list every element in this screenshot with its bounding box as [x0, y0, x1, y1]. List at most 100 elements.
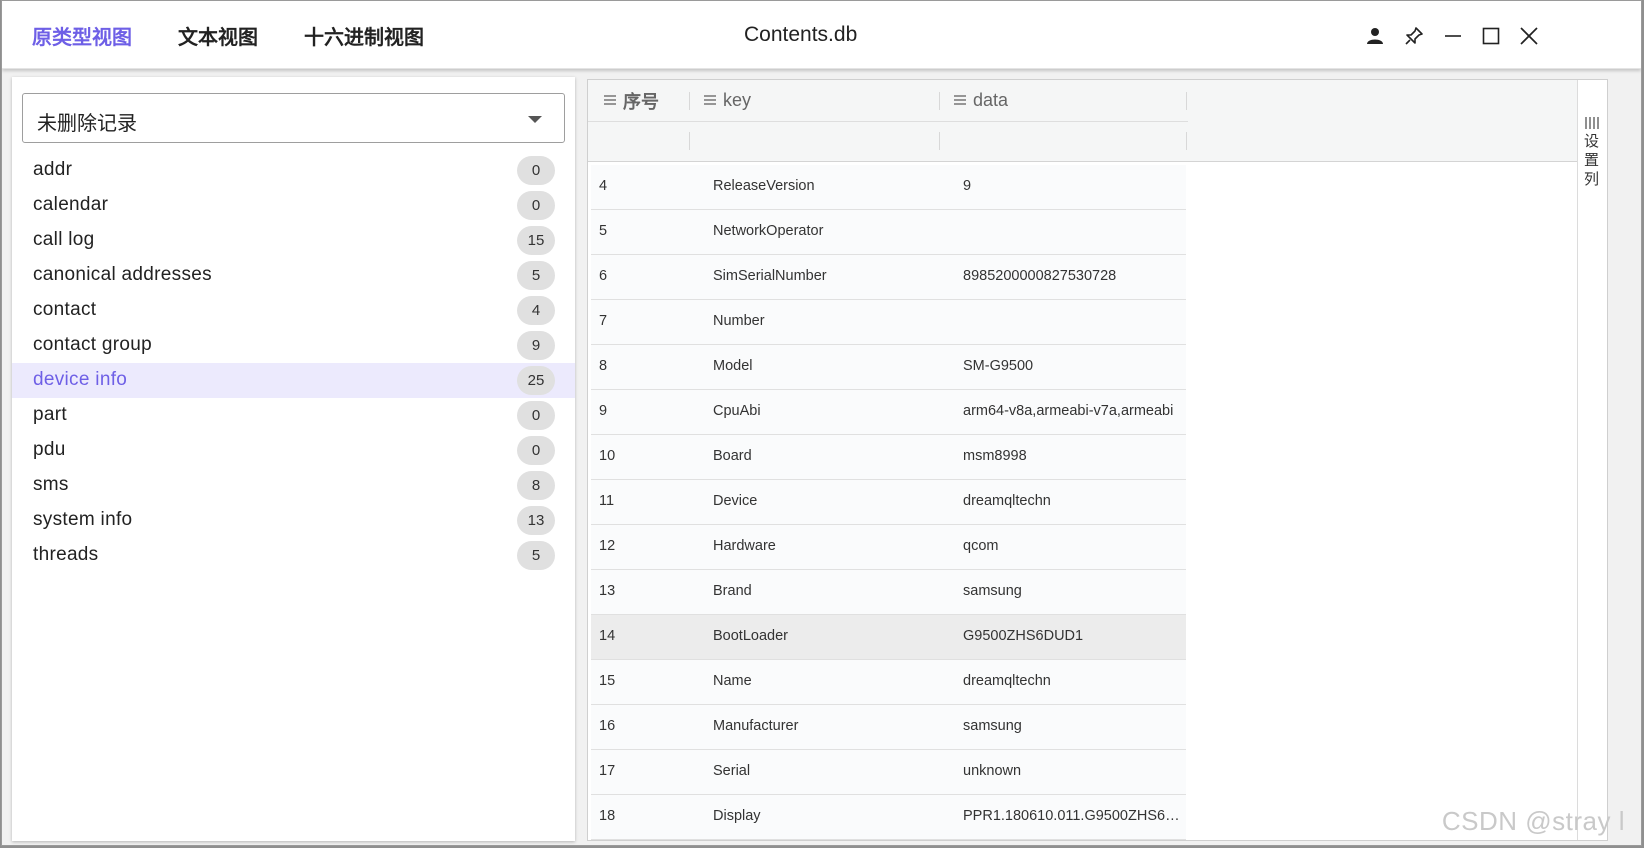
- column-settings-label: 设置列: [1584, 132, 1600, 188]
- cell-index: 12: [599, 538, 616, 554]
- list-item-selected[interactable]: device info 25: [12, 363, 575, 398]
- table-row[interactable]: 18 Display PPR1.180610.011.G9500ZHS6D...: [591, 795, 1186, 840]
- column-header-label: data: [973, 90, 1009, 110]
- column-header-label: key: [723, 90, 752, 110]
- count-badge: 0: [517, 401, 555, 430]
- column-divider[interactable]: [939, 92, 940, 110]
- table-row[interactable]: 11 Device dreamqltechn: [591, 480, 1186, 525]
- count-badge: 5: [517, 261, 555, 290]
- list-item[interactable]: pdu 0: [12, 433, 575, 468]
- cell-data: qcom: [963, 538, 999, 554]
- count-badge: 8: [517, 471, 555, 500]
- cell-index: 5: [599, 223, 608, 239]
- table-list-panel: 未删除记录 addr 0 calendar 0 call log 15 canonic…: [12, 77, 575, 841]
- column-divider[interactable]: [1186, 92, 1187, 110]
- table-name: sms: [33, 474, 69, 495]
- grid-header: 序号 key data: [588, 80, 1607, 162]
- count-badge: 4: [517, 296, 555, 325]
- column-menu-icon[interactable]: [604, 90, 616, 111]
- count-badge: 15: [517, 226, 555, 255]
- tab-raw-type-view[interactable]: 原类型视图: [32, 21, 132, 50]
- list-item[interactable]: calendar 0: [12, 188, 575, 223]
- cell-data: PPR1.180610.011.G9500ZHS6D...: [963, 808, 1183, 824]
- column-header-key[interactable]: key: [704, 80, 751, 121]
- table-name: canonical addresses: [33, 264, 212, 285]
- record-filter-value: 未删除记录: [37, 111, 137, 135]
- filter-divider: [1186, 132, 1187, 150]
- list-item[interactable]: threads 5: [12, 538, 575, 573]
- column-header-index[interactable]: 序号: [604, 80, 659, 121]
- count-badge: 5: [517, 541, 555, 570]
- cell-data: msm8998: [963, 448, 1027, 464]
- cell-index: 13: [599, 583, 616, 599]
- cell-key: SimSerialNumber: [713, 268, 827, 284]
- title-bar: 原类型视图 文本视图 十六进制视图 Contents.db: [2, 1, 1641, 69]
- list-item[interactable]: call log 15: [12, 223, 575, 258]
- table-row[interactable]: 16 Manufacturer samsung: [591, 705, 1186, 750]
- cell-index: 6: [599, 268, 608, 284]
- table-row[interactable]: 8 Model SM-G9500: [591, 345, 1186, 390]
- user-icon[interactable]: [1360, 21, 1390, 51]
- cell-data: SM-G9500: [963, 358, 1034, 374]
- column-menu-icon[interactable]: [954, 90, 966, 111]
- table-row[interactable]: 12 Hardware qcom: [591, 525, 1186, 570]
- table-row[interactable]: 9 CpuAbi arm64-v8a,armeabi-v7a,armeabi: [591, 390, 1186, 435]
- count-badge: 0: [517, 191, 555, 220]
- record-filter-select[interactable]: 未删除记录: [22, 93, 565, 143]
- column-settings-sidebar[interactable]: 设置列: [1577, 80, 1607, 840]
- table-row[interactable]: 4 ReleaseVersion 9: [591, 165, 1186, 210]
- chevron-down-icon: [528, 116, 542, 123]
- main-area: 未删除记录 addr 0 calendar 0 call log 15 canonic…: [2, 69, 1641, 845]
- table-name: part: [33, 404, 67, 425]
- cell-key: Display: [713, 808, 761, 824]
- close-icon[interactable]: [1514, 21, 1544, 51]
- table-row[interactable]: 10 Board msm8998: [591, 435, 1186, 480]
- minimize-icon[interactable]: [1438, 21, 1468, 51]
- table-row[interactable]: 6 SimSerialNumber 8985200000827530728: [591, 255, 1186, 300]
- cell-data: 9: [963, 178, 972, 194]
- table-name: calendar: [33, 194, 109, 215]
- filter-divider: [939, 132, 940, 150]
- list-item[interactable]: part 0: [12, 398, 575, 433]
- cell-key: BootLoader: [713, 628, 788, 644]
- table-row[interactable]: 5 NetworkOperator: [591, 210, 1186, 255]
- cell-key: CpuAbi: [713, 403, 761, 419]
- pin-icon[interactable]: [1399, 21, 1429, 51]
- list-item[interactable]: contact group 9: [12, 328, 575, 363]
- table-name: addr: [33, 159, 73, 180]
- table-list: addr 0 calendar 0 call log 15 canonical add…: [12, 153, 575, 573]
- column-header-data[interactable]: data: [954, 80, 1008, 121]
- cell-index: 15: [599, 673, 616, 689]
- count-badge: 0: [517, 156, 555, 185]
- table-row[interactable]: 15 Name dreamqltechn: [591, 660, 1186, 705]
- list-item[interactable]: addr 0: [12, 153, 575, 188]
- table-row[interactable]: 17 Serial unknown: [591, 750, 1186, 795]
- cell-data: G9500ZHS6DUD1: [963, 628, 1084, 644]
- table-name: call log: [33, 229, 95, 250]
- list-item[interactable]: system info 13: [12, 503, 575, 538]
- cell-index: 4: [599, 178, 608, 194]
- cell-index: 9: [599, 403, 608, 419]
- tab-text-view[interactable]: 文本视图: [178, 21, 258, 50]
- table-row[interactable]: 13 Brand samsung: [591, 570, 1186, 615]
- cell-index: 16: [599, 718, 616, 734]
- cell-index: 10: [599, 448, 616, 464]
- cell-key: Brand: [713, 583, 752, 599]
- table-row-highlighted[interactable]: 14 BootLoader G9500ZHS6DUD1: [591, 615, 1186, 660]
- cell-key: NetworkOperator: [713, 223, 824, 239]
- grid-body: 4 ReleaseVersion 9 5 NetworkOperator 6 SimSe…: [591, 165, 1186, 840]
- list-item[interactable]: canonical addresses 5: [12, 258, 575, 293]
- maximize-icon[interactable]: [1476, 21, 1506, 51]
- cell-data: unknown: [963, 763, 1022, 779]
- cell-data: 8985200000827530728: [963, 268, 1117, 284]
- table-name: pdu: [33, 439, 66, 460]
- column-menu-icon[interactable]: [704, 90, 716, 111]
- column-divider[interactable]: [689, 92, 690, 110]
- count-badge: 25: [517, 366, 555, 395]
- list-item[interactable]: contact 4: [12, 293, 575, 328]
- cell-index: 8: [599, 358, 608, 374]
- list-item[interactable]: sms 8: [12, 468, 575, 503]
- count-badge: 0: [517, 436, 555, 465]
- tab-hex-view[interactable]: 十六进制视图: [304, 21, 424, 50]
- table-row[interactable]: 7 Number: [591, 300, 1186, 345]
